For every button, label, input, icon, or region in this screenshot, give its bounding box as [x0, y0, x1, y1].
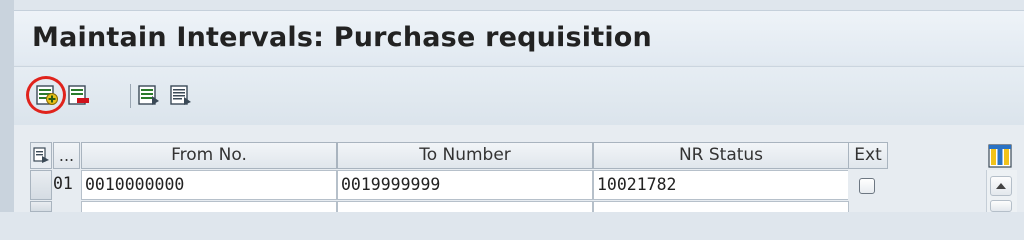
nr-status-input[interactable]: 10021782 — [593, 170, 849, 200]
insert-interval-icon[interactable] — [36, 84, 58, 106]
application-toolbar — [14, 66, 1024, 125]
column-header-from-no[interactable]: From No. — [81, 142, 337, 169]
column-header-to-number[interactable]: To Number — [337, 142, 593, 169]
row-selector[interactable] — [30, 201, 52, 212]
title-bar: Maintain Intervals: Purchase requisition — [14, 10, 1024, 65]
toolbar-separator — [130, 84, 131, 108]
column-header-ext[interactable]: Ext — [848, 142, 888, 169]
scroll-up-button[interactable] — [990, 176, 1012, 196]
column-header-nr-status[interactable]: NR Status — [593, 142, 849, 169]
ext-checkbox[interactable] — [859, 178, 875, 194]
table-settings-icon[interactable] — [986, 143, 1014, 169]
select-all-icon[interactable] — [30, 142, 52, 169]
print-icon[interactable] — [170, 84, 192, 106]
row-selector[interactable] — [30, 170, 52, 200]
nr-status-input[interactable] — [593, 201, 849, 212]
left-border — [0, 0, 14, 212]
scroll-thumb[interactable] — [990, 200, 1012, 212]
to-number-input[interactable]: 0019999999 — [337, 170, 593, 200]
row-number: 01 — [53, 170, 80, 200]
from-no-input[interactable] — [81, 201, 337, 212]
from-no-input[interactable]: 0010000000 — [81, 170, 337, 200]
column-header-row-no: ... — [53, 142, 80, 169]
delete-interval-icon[interactable] — [68, 84, 90, 106]
page-title: Maintain Intervals: Purchase requisition — [32, 22, 652, 53]
window: Maintain Intervals: Purchase requisition — [0, 0, 1024, 212]
to-number-input[interactable] — [337, 201, 593, 212]
details-icon[interactable] — [138, 84, 160, 106]
